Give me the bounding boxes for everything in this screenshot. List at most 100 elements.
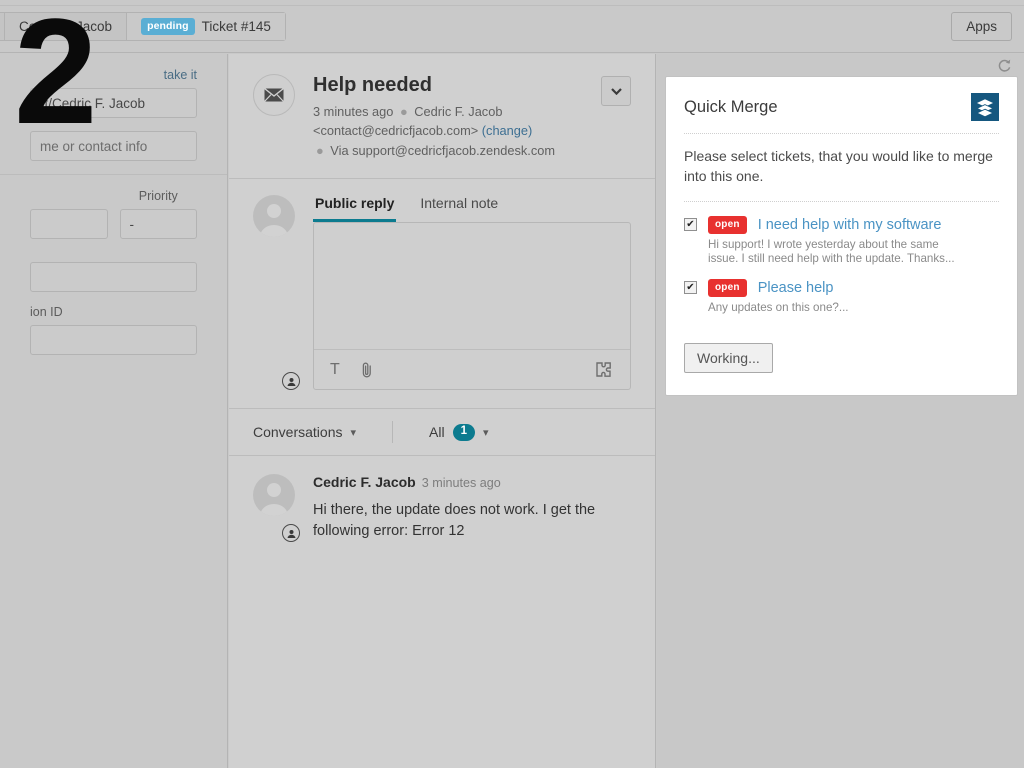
- tab-label: Public reply: [315, 195, 395, 212]
- merge-ticket-link[interactable]: I need help with my software: [758, 217, 942, 233]
- reply-textarea[interactable]: [314, 223, 630, 349]
- conversation-body-wrap: Cedric F. Jacob 3 minutes ago Hi there, t…: [313, 474, 613, 542]
- apps-button-label: Apps: [966, 19, 997, 34]
- conversation-avatar: [253, 474, 300, 543]
- conversations-filter[interactable]: Conversations ▾: [253, 424, 356, 440]
- take-it-link[interactable]: take it: [30, 68, 197, 82]
- attachment-icon[interactable]: [360, 361, 374, 379]
- status-badge: open: [708, 215, 747, 234]
- conversation-count-badge: 1: [452, 424, 475, 441]
- assignee-field[interactable]: rt/Cedric F. Jacob: [30, 88, 197, 118]
- tab-internal-note[interactable]: Internal note: [418, 195, 500, 222]
- tab-cedric-f-jacob[interactable]: Cedric F. Jacob: [5, 13, 128, 40]
- ticket-header: Help needed 3 minutes ago ● Cedric F. Ja…: [229, 54, 655, 180]
- type-priority-row: . Priority -: [30, 189, 197, 252]
- type-field[interactable]: [30, 209, 108, 239]
- end-user-badge-icon: [282, 524, 300, 543]
- merge-ticket-snippet: Hi support! I wrote yesterday about the …: [708, 237, 955, 266]
- priority-value: -: [129, 216, 135, 232]
- status-badge: open: [708, 278, 747, 297]
- assignee-value: rt/Cedric F. Jacob: [40, 95, 146, 111]
- merge-ticket-link[interactable]: Please help: [758, 280, 834, 296]
- ticket-options-dropdown[interactable]: [601, 76, 631, 106]
- envelope-icon: [253, 74, 295, 116]
- list-item: ✔ open I need help with my software Hi s…: [684, 215, 999, 267]
- ticket-main-pane: Help needed 3 minutes ago ● Cedric F. Ja…: [229, 54, 656, 768]
- merge-ticket-row: ✔ open I need help with my software: [684, 215, 999, 234]
- tab-label: Internal note: [420, 195, 499, 212]
- avatar: [253, 195, 295, 238]
- avatar: [253, 474, 295, 517]
- type-col: .: [30, 189, 108, 252]
- conversation-author-line: Cedric F. Jacob 3 minutes ago: [313, 474, 613, 492]
- requester-placeholder: me or contact info: [40, 138, 148, 154]
- ticket-tab-strip: ob Cedric F. Jacob pending Ticket #145: [0, 12, 286, 41]
- tab-public-reply[interactable]: Public reply: [313, 195, 397, 223]
- conversations-scope[interactable]: All 1 ▾: [429, 424, 489, 441]
- conversation-item: Cedric F. Jacob 3 minutes ago Hi there, t…: [229, 456, 655, 543]
- topbar-divider: [0, 5, 1024, 6]
- ticket-email: <contact@cedricfjacob.com>: [313, 123, 479, 139]
- ticket-properties-sidebar: take it rt/Cedric F. Jacob me or contact…: [0, 54, 228, 768]
- requester-field[interactable]: me or contact info: [30, 131, 197, 161]
- quick-merge-title: Quick Merge: [684, 98, 778, 116]
- composer-main: Public reply Internal note T: [313, 195, 631, 391]
- meta-separator-dot-2: ●: [316, 142, 324, 158]
- composer-box: T: [313, 222, 631, 391]
- merge-ticket-checkbox[interactable]: ✔: [684, 218, 697, 232]
- apps-sidebar: Quick Merge Please select tickets, that …: [657, 54, 1024, 768]
- custom-field-1[interactable]: [30, 262, 197, 292]
- toolbar-divider: [392, 421, 394, 444]
- ticket-header-text: Help needed 3 minutes ago ● Cedric F. Ja…: [313, 74, 555, 160]
- change-requester-link[interactable]: (change): [482, 123, 533, 138]
- merge-submit-button[interactable]: Working...: [684, 343, 773, 374]
- take-it-label: take it: [163, 68, 197, 82]
- properties-section-2: . Priority - ion ID: [0, 174, 227, 355]
- quick-merge-app-card: Quick Merge Please select tickets, that …: [665, 76, 1018, 397]
- reply-composer: Public reply Internal note T: [229, 179, 655, 410]
- tab-label: Cedric F. Jacob: [19, 19, 113, 34]
- transaction-id-field[interactable]: [30, 325, 197, 355]
- conversation-text: Hi there, the update does not work. I ge…: [313, 502, 596, 540]
- status-badge-pending: pending: [141, 17, 195, 36]
- quick-merge-ticket-list: ✔ open I need help with my software Hi s…: [684, 202, 999, 374]
- refresh-icon[interactable]: [997, 58, 1012, 78]
- reply-tab-list: Public reply Internal note: [313, 195, 631, 223]
- quick-merge-description: Please select tickets, that you would li…: [684, 134, 999, 202]
- composer-toolbar: T: [314, 349, 630, 389]
- text-format-icon[interactable]: T: [330, 361, 340, 379]
- conversation-time: 3 minutes ago: [421, 476, 501, 491]
- chevron-down-icon: [610, 87, 622, 95]
- list-item: ✔ open Please help Any updates on this o…: [684, 278, 999, 315]
- composer-avatar: [253, 195, 300, 391]
- merge-submit-label: Working...: [697, 350, 760, 367]
- chevron-down-icon: ▾: [483, 426, 489, 439]
- app-root: ob Cedric F. Jacob pending Ticket #145 A…: [0, 0, 1024, 768]
- priority-label: Priority: [138, 189, 178, 203]
- conversations-toolbar: Conversations ▾ All 1 ▾: [229, 409, 655, 457]
- merge-ticket-snippet: Any updates on this one?...: [708, 300, 849, 314]
- layers-stack-icon: [971, 93, 999, 121]
- tab-ticket-145[interactable]: pending Ticket #145: [127, 13, 285, 40]
- priority-field[interactable]: -: [119, 209, 197, 239]
- chevron-down-icon: ▾: [350, 426, 357, 439]
- apps-puzzle-icon[interactable]: [595, 361, 614, 378]
- conversation-author: Cedric F. Jacob: [313, 474, 416, 491]
- conversations-scope-label: All: [429, 424, 445, 441]
- ticket-time: 3 minutes ago: [313, 104, 394, 119]
- ticket-via: Via support@cedricfjacob.zendesk.com: [330, 142, 556, 158]
- transaction-id-label: ion ID: [30, 305, 63, 319]
- ticket-requester: Cedric F. Jacob: [414, 104, 503, 119]
- top-bar: ob Cedric F. Jacob pending Ticket #145 A…: [0, 0, 1024, 53]
- apps-button[interactable]: Apps: [951, 12, 1012, 41]
- tab-label: Ticket #145: [201, 19, 271, 34]
- properties-body: take it rt/Cedric F. Jacob me or contact…: [0, 54, 227, 161]
- merge-ticket-checkbox[interactable]: ✔: [684, 281, 697, 295]
- page-title: Help needed: [313, 74, 432, 96]
- conversations-filter-label: Conversations: [253, 424, 343, 441]
- priority-col: Priority -: [119, 189, 197, 252]
- end-user-badge-icon: [282, 372, 300, 391]
- ticket-meta: 3 minutes ago ● Cedric F. Jacob <contact…: [313, 102, 555, 160]
- merge-ticket-row: ✔ open Please help: [684, 278, 999, 297]
- meta-separator-dot: ●: [399, 104, 408, 119]
